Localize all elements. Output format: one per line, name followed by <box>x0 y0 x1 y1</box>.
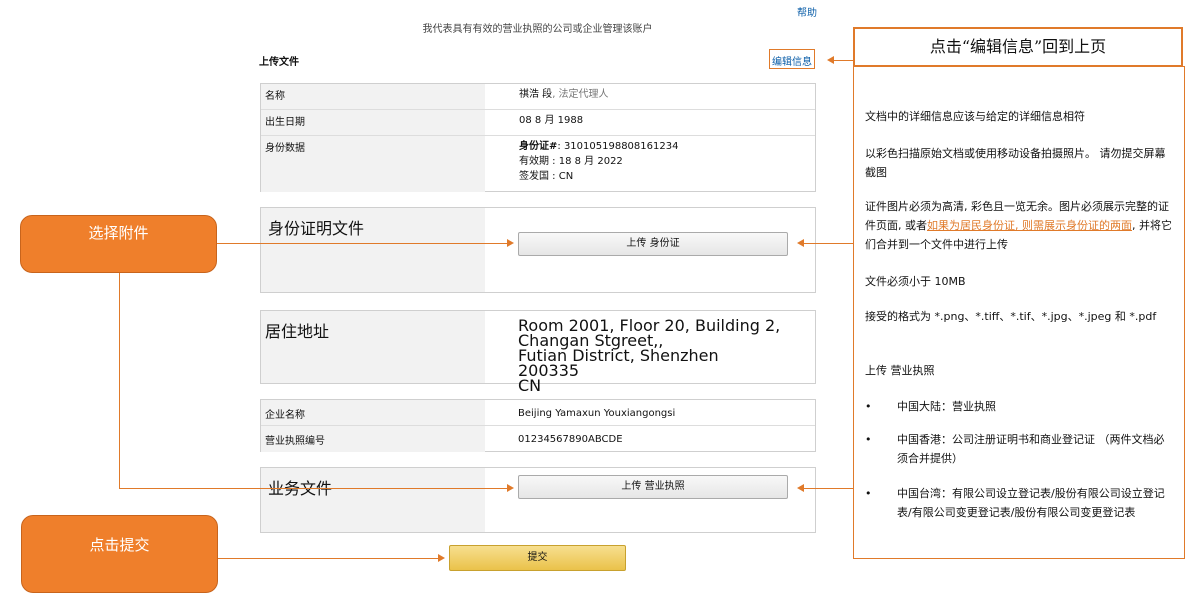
note-b2: 中国香港：公司注册证明书和商业登记证 （两件文档必须合并提供） <box>897 433 1165 465</box>
notes-title: 点击“编辑信息”回到上页 <box>853 27 1183 67</box>
connector-license-right-h <box>804 488 853 489</box>
license-value: 01234567890ABCDE <box>518 434 623 445</box>
name-text: 祺浩 段 <box>519 89 553 100</box>
arrow-to-id-button <box>797 239 804 247</box>
id-data-label: 身份数据 <box>261 136 485 192</box>
company-name-value: Beijing Yamaxun Youxiangongsi <box>518 408 676 419</box>
note-b1: 中国大陆：营业执照 <box>897 400 996 413</box>
connector-attachment-v <box>119 273 120 489</box>
identity-panel: 名称 祺浩 段, 法定代理人 出生日期 08 8 月 1988 身份数据 身份证… <box>260 83 816 192</box>
connector-license-h <box>119 488 507 489</box>
address-label: 居住地址 <box>261 311 485 383</box>
address-line3: 200335 <box>518 361 580 380</box>
arrow-to-id-upload <box>507 239 514 247</box>
upload-license-button[interactable]: 上传 营业执照 <box>518 475 788 499</box>
select-attachment-callout: 选择附件 <box>20 215 217 273</box>
id-expiry: 有效期 : 18 8 月 2022 <box>519 156 623 167</box>
bullet-icon: • <box>865 433 872 446</box>
note-p2: 以彩色扫描原始文档或使用移动设备拍摄照片。 请勿提交屏幕截图 <box>865 147 1166 179</box>
address-line1: Room 2001, Floor 20, Building 2, Changan… <box>518 316 781 350</box>
edit-info-link[interactable]: 编辑信息 <box>772 53 812 68</box>
section-title: 上传文件 <box>259 57 299 68</box>
bullet-icon: • <box>865 400 872 413</box>
name-row: 名称 祺浩 段, 法定代理人 <box>261 84 815 110</box>
business-document-label: 业务文件 <box>261 468 485 532</box>
connector-id-h <box>804 243 853 244</box>
connector-edit-h <box>834 60 853 61</box>
dob-value: 08 8 月 1988 <box>519 115 584 126</box>
company-panel: 企业名称 Beijing Yamaxun Youxiangongsi 营业执照编… <box>260 399 816 452</box>
license-label: 营业执照编号 <box>261 426 485 452</box>
notes-panel: 文档中的详细信息应该与给定的详细信息相符 以彩色扫描原始文档或使用移动设备拍摄照… <box>853 66 1185 559</box>
click-submit-callout: 点击提交 <box>21 515 218 593</box>
id-data-value: 身份证#: 310105198808161234 有效期 : 18 8 月 20… <box>519 139 678 184</box>
note-p4: 文件必须小于 10MB <box>865 275 966 288</box>
id-data-row: 身份数据 身份证#: 310105198808161234 有效期 : 18 8… <box>261 136 815 192</box>
id-document-panel: 身份证明文件 上传 身份证 <box>260 207 816 293</box>
company-name-label: 企业名称 <box>261 400 485 425</box>
note-p5: 接受的格式为 *.png、*.tiff、*.tif、*.jpg、*.jpeg 和… <box>865 310 1157 323</box>
id-country: 签发国 : CN <box>519 171 574 182</box>
note-p1: 文档中的详细信息应该与给定的详细信息相符 <box>865 110 1085 123</box>
id-number-label: 身份证# <box>519 141 558 152</box>
license-row: 营业执照编号 01234567890ABCDE <box>261 426 815 452</box>
bullet-icon: • <box>865 487 872 500</box>
connector-submit-h <box>218 558 438 559</box>
help-link[interactable]: 帮助 <box>797 4 817 19</box>
arrow-to-submit <box>438 554 445 562</box>
name-role: , 法定代理人 <box>552 89 609 100</box>
dob-label: 出生日期 <box>261 110 485 135</box>
id-document-label: 身份证明文件 <box>261 208 485 292</box>
connector-attachment-h <box>217 243 507 244</box>
upload-id-button[interactable]: 上传 身份证 <box>518 232 788 256</box>
note-p3: 证件图片必须为高清, 彩色且一览无余。图片必须展示完整的证件页面, 或者如果为居… <box>865 197 1172 254</box>
note-p3-highlight: 如果为居民身份证, 则需展示身份证的两面 <box>927 219 1132 232</box>
dob-row: 出生日期 08 8 月 1988 <box>261 110 815 136</box>
arrow-to-license-upload <box>507 484 514 492</box>
arrow-to-edit-link <box>827 56 834 64</box>
note-p6: 上传 营业执照 <box>865 364 935 377</box>
address-panel: 居住地址 Room 2001, Floor 20, Building 2, Ch… <box>260 310 816 394</box>
arrow-to-license-button <box>797 484 804 492</box>
address-line4: CN <box>518 376 542 395</box>
business-document-panel: 业务文件 上传 营业执照 <box>260 467 816 533</box>
note-b3: 中国台湾：有限公司设立登记表/股份有限公司设立登记表/有限公司变更登记表/股份有… <box>897 487 1165 519</box>
address-value: Room 2001, Floor 20, Building 2, Changan… <box>518 316 815 395</box>
submit-button[interactable]: 提交 <box>449 545 626 571</box>
id-number: : 310105198808161234 <box>557 141 679 152</box>
name-value: 祺浩 段, 法定代理人 <box>519 87 609 102</box>
company-name-row: 企业名称 Beijing Yamaxun Youxiangongsi <box>261 400 815 426</box>
name-label: 名称 <box>261 84 485 109</box>
